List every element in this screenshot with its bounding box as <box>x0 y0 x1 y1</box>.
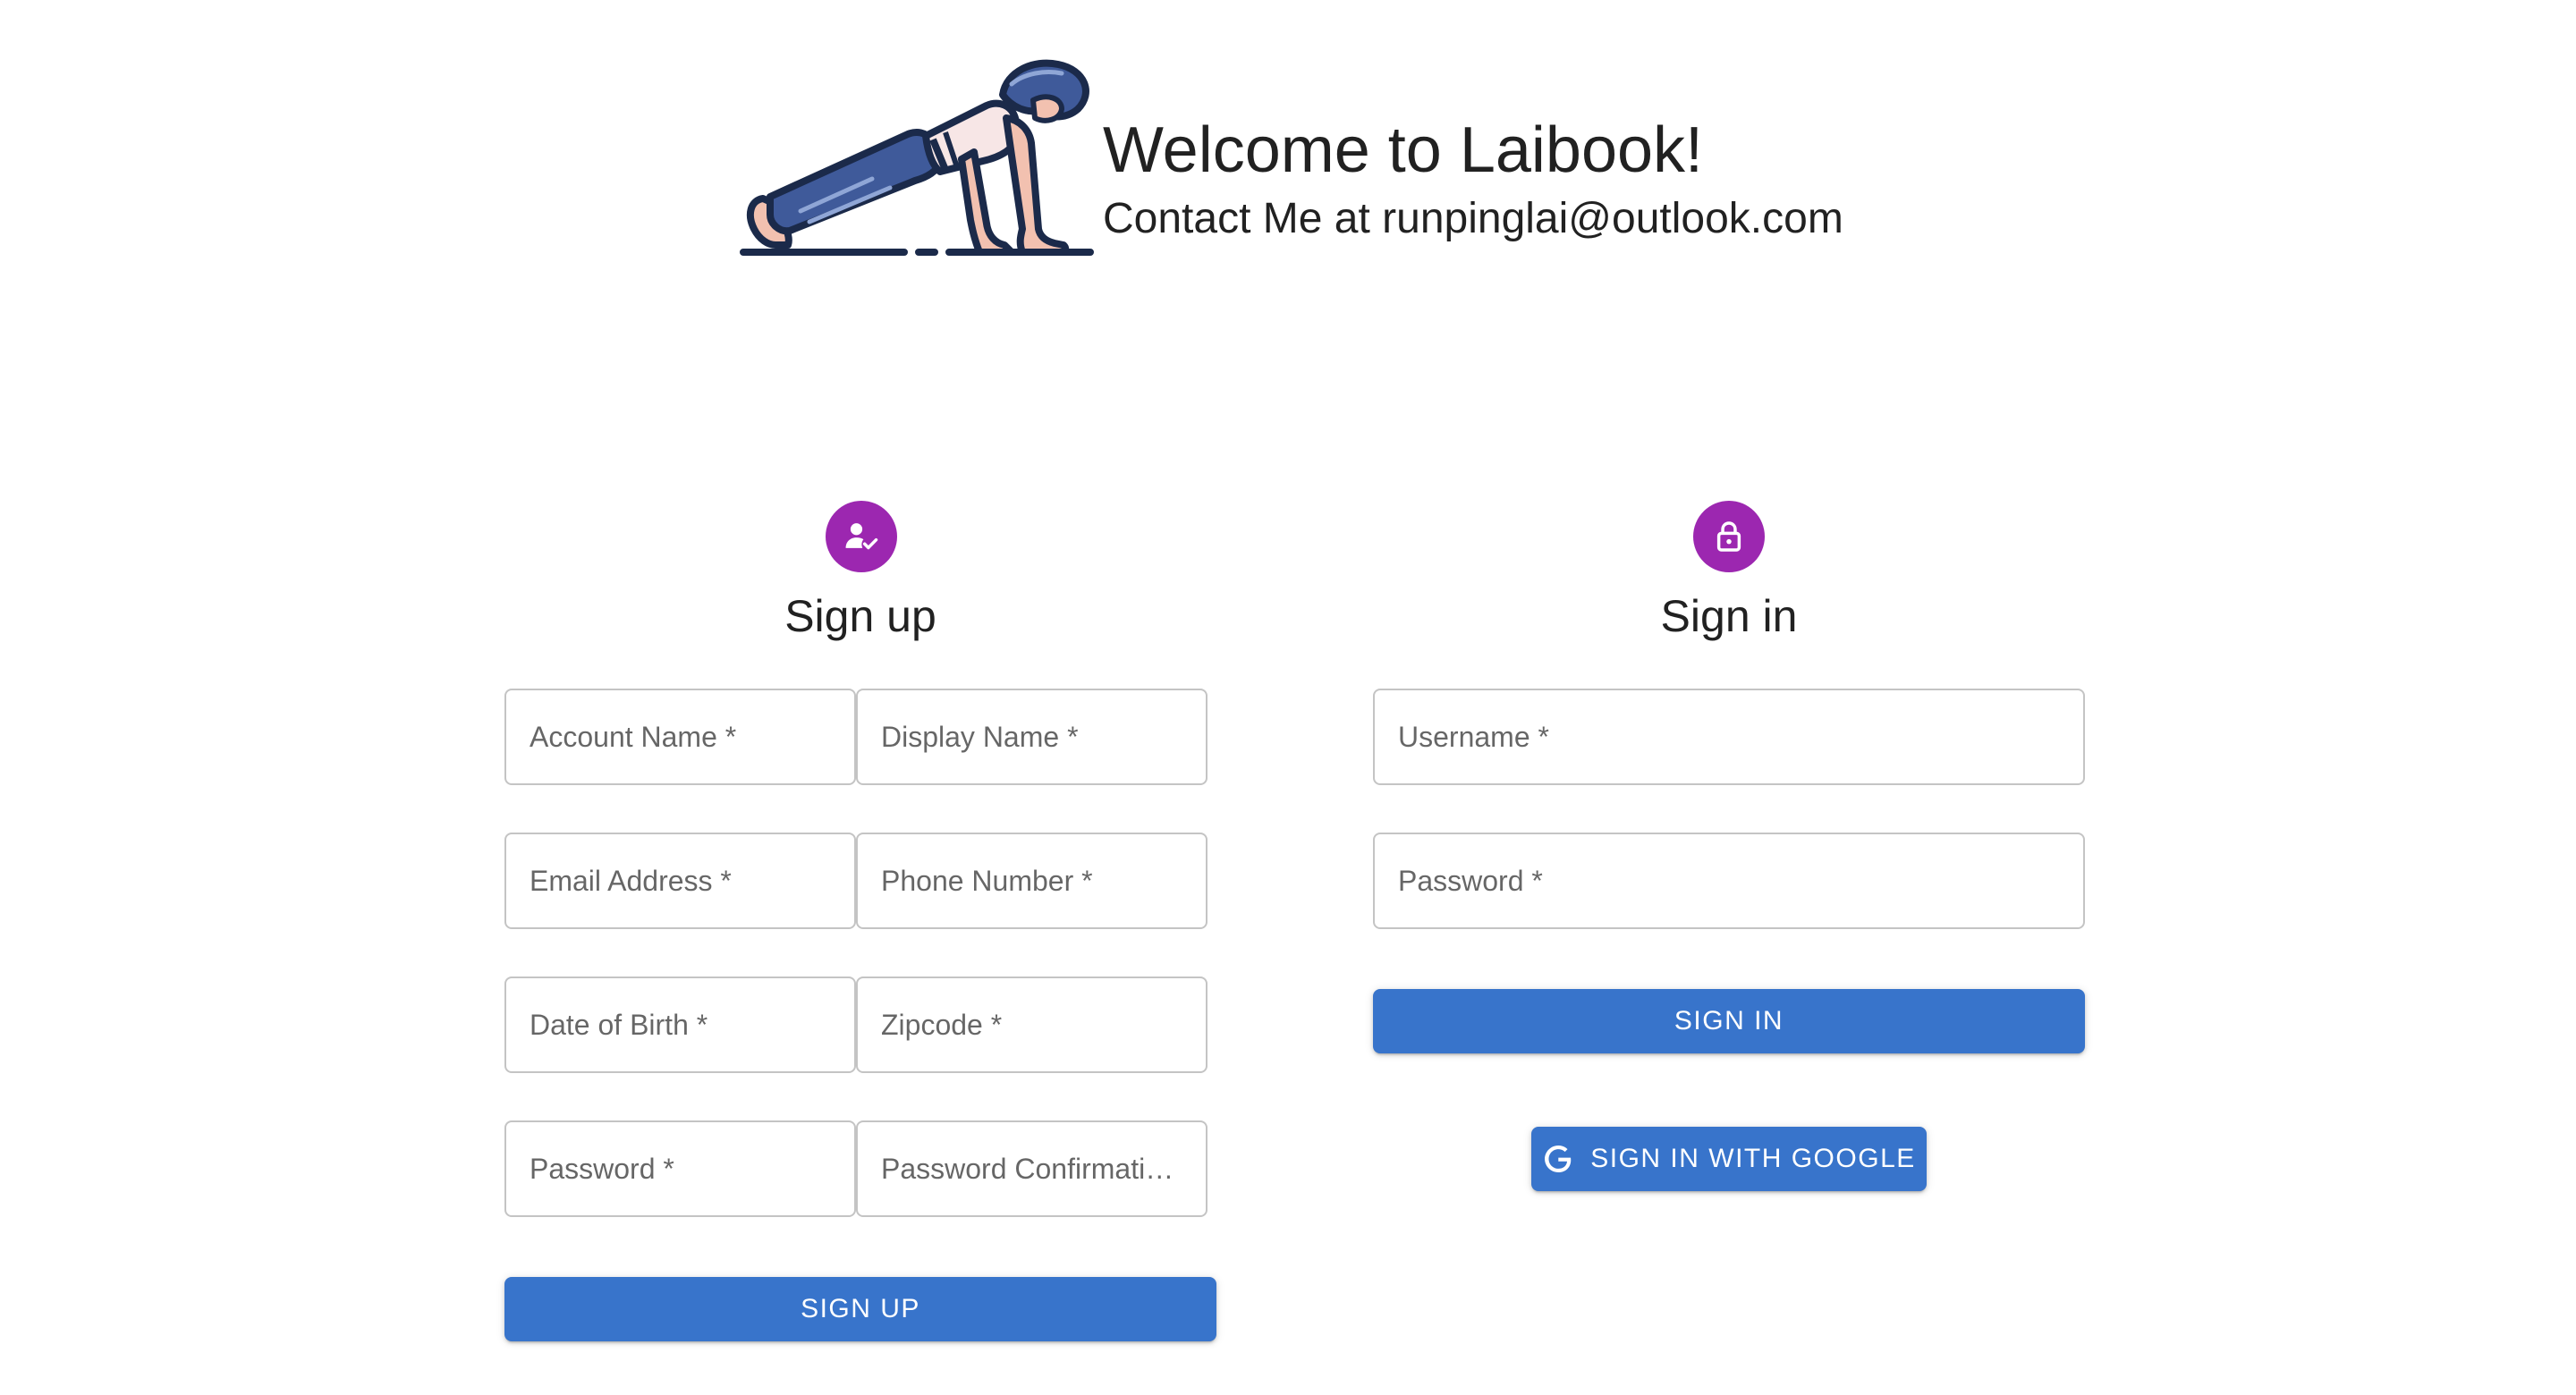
username-label: Username * <box>1398 720 1549 753</box>
signin-avatar <box>1693 501 1765 572</box>
sign-in-button[interactable]: SIGN IN <box>1373 989 2085 1053</box>
display-name-field[interactable]: Display Name * <box>856 689 1208 785</box>
signup-avatar <box>826 501 897 572</box>
email-label: Email Address * <box>530 864 732 897</box>
signup-title: Sign up <box>784 591 936 641</box>
person-check-icon <box>845 523 878 550</box>
date-of-birth-label: Date of Birth * <box>530 1008 708 1041</box>
signup-password-label: Password * <box>530 1152 674 1185</box>
phone-field[interactable]: Phone Number * <box>856 833 1208 929</box>
signin-password-label: Password * <box>1398 864 1543 897</box>
password-confirmation-field[interactable]: Password Confirmation * <box>856 1120 1208 1217</box>
account-name-label: Account Name * <box>530 720 737 753</box>
username-field[interactable]: Username * <box>1373 689 2085 785</box>
welcome-title: Welcome to Laibook! <box>1103 114 1704 186</box>
google-g-icon <box>1542 1143 1574 1175</box>
header: Welcome to Laibook! Contact Me at runpin… <box>738 54 1901 268</box>
password-confirmation-label: Password Confirmation * <box>881 1152 1182 1185</box>
contact-email-text: Contact Me at runpinglai@outlook.com <box>1103 195 1843 242</box>
signin-title: Sign in <box>1660 591 1798 641</box>
login-page: Welcome to Laibook! Contact Me at runpin… <box>0 0 2576 1395</box>
lock-icon <box>1716 521 1741 552</box>
pushup-person-logo <box>740 59 1094 256</box>
zipcode-label: Zipcode * <box>881 1008 1003 1041</box>
email-field[interactable]: Email Address * <box>504 833 856 929</box>
signin-password-field[interactable]: Password * <box>1373 833 2085 929</box>
date-of-birth-field[interactable]: Date of Birth * <box>504 976 856 1073</box>
account-name-field[interactable]: Account Name * <box>504 689 856 785</box>
zipcode-field[interactable]: Zipcode * <box>856 976 1208 1073</box>
phone-label: Phone Number * <box>881 864 1093 897</box>
signup-password-field[interactable]: Password * <box>504 1120 856 1217</box>
display-name-label: Display Name * <box>881 720 1079 753</box>
sign-up-button[interactable]: SIGN UP <box>504 1277 1216 1341</box>
sign-in-with-google-button[interactable]: SIGN IN WITH GOOGLE <box>1531 1127 1927 1191</box>
google-button-label: SIGN IN WITH GOOGLE <box>1590 1144 1916 1173</box>
